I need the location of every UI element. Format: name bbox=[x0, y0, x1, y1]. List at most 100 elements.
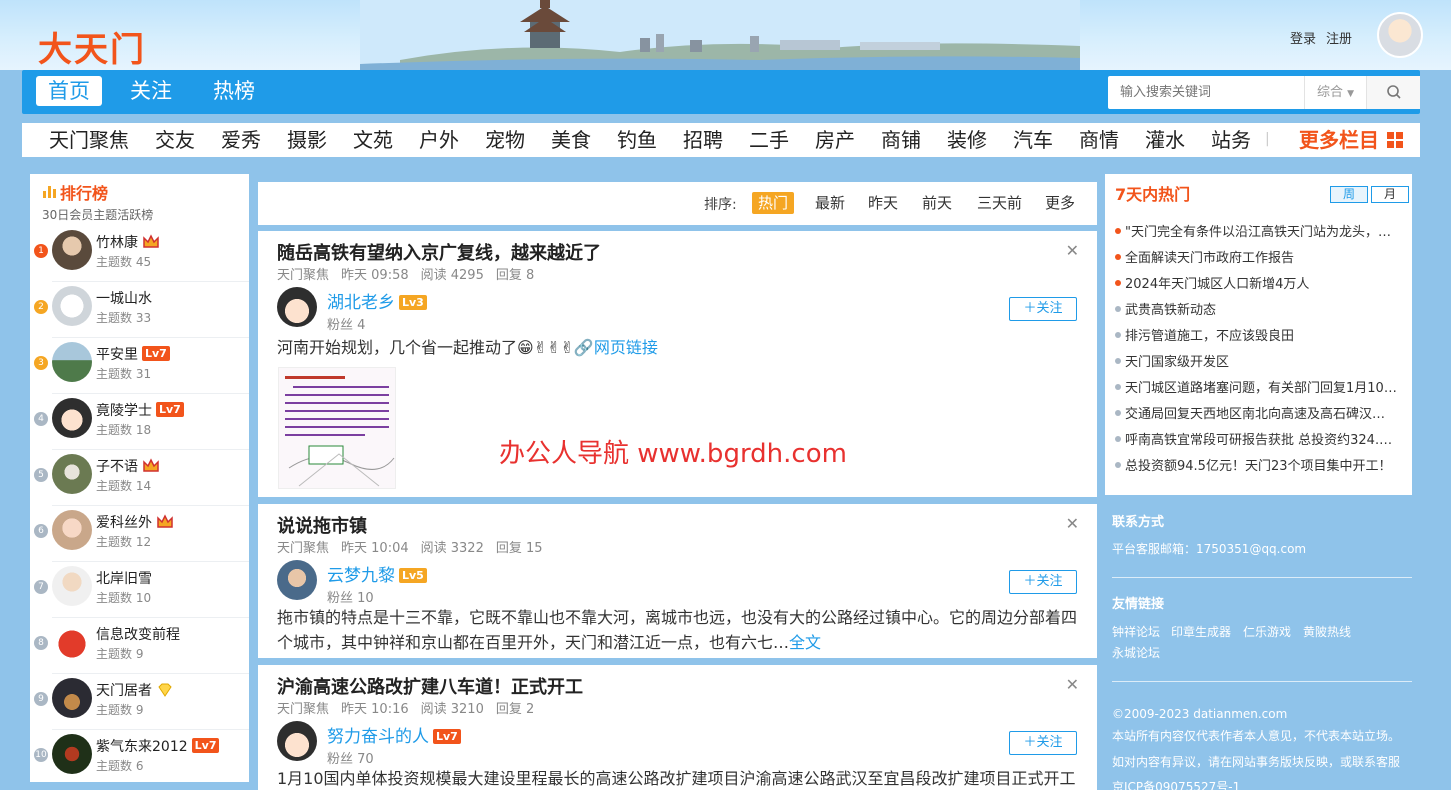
avatar[interactable] bbox=[52, 510, 92, 550]
category-item[interactable]: 天门聚焦 bbox=[49, 126, 129, 154]
category-item[interactable]: 文苑 bbox=[353, 126, 393, 154]
category-item[interactable]: 招聘 bbox=[683, 126, 723, 154]
follow-button[interactable]: ＋关注 bbox=[1009, 297, 1077, 321]
rank-user-name[interactable]: 天门居者 bbox=[96, 680, 174, 700]
hot-item[interactable]: 交通局回复天西地区南北向高速及高石碑汉… bbox=[1115, 403, 1407, 422]
avatar[interactable] bbox=[52, 398, 92, 438]
category-item[interactable]: 商情 bbox=[1079, 126, 1119, 154]
hot-item[interactable]: 总投资额94.5亿元！天门23个项目集中开工！ bbox=[1115, 455, 1407, 474]
search-type-select[interactable]: 综合 ▼ bbox=[1304, 76, 1366, 109]
sort-option-more[interactable]: 更多 bbox=[1039, 192, 1081, 214]
sort-option-yesterday[interactable]: 昨天 bbox=[862, 192, 904, 214]
hot-item[interactable]: 天门城区道路堵塞问题，有关部门回复1月10… bbox=[1115, 377, 1407, 396]
search-button[interactable] bbox=[1366, 76, 1420, 109]
category-item[interactable]: 灌水 bbox=[1145, 126, 1185, 154]
avatar[interactable] bbox=[52, 342, 92, 382]
hot-item[interactable]: 排污管道施工，不应该毁良田 bbox=[1115, 325, 1407, 344]
category-item[interactable]: 宠物 bbox=[485, 126, 525, 154]
category-item[interactable]: 房产 bbox=[815, 126, 855, 154]
site-logo[interactable]: 大天门 bbox=[38, 22, 146, 71]
ranking-item[interactable]: 7 北岸旧雪 主题数 10 bbox=[30, 562, 249, 618]
ranking-item[interactable]: 2 一城山水 主题数 33 bbox=[30, 282, 249, 338]
ranking-item[interactable]: 9 天门居者 主题数 9 bbox=[30, 674, 249, 730]
sort-option-latest[interactable]: 最新 bbox=[809, 192, 851, 214]
close-icon[interactable]: ✕ bbox=[1066, 241, 1079, 260]
avatar[interactable] bbox=[277, 560, 317, 600]
category-item[interactable]: 二手 bbox=[749, 126, 789, 154]
hot-tab-week[interactable]: 周 bbox=[1330, 186, 1368, 203]
friend-link[interactable]: 印章生成器 bbox=[1171, 623, 1231, 640]
nav-tab-hot[interactable]: 热榜 bbox=[201, 76, 267, 106]
category-item[interactable]: 商铺 bbox=[881, 126, 921, 154]
sort-option-three-days[interactable]: 三天前 bbox=[971, 192, 1028, 214]
rank-user-name[interactable]: 平安里 Lv7 bbox=[96, 344, 170, 364]
category-item[interactable]: 钓鱼 bbox=[617, 126, 657, 154]
hot-item[interactable]: 武贵高铁新动态 bbox=[1115, 299, 1407, 318]
post-image[interactable] bbox=[278, 367, 396, 489]
ranking-item[interactable]: 5 子不语 主题数 14 bbox=[30, 450, 249, 506]
post-author[interactable]: 湖北老乡 Lv3 bbox=[327, 288, 427, 313]
read-more-link[interactable]: 全文 bbox=[789, 633, 821, 652]
rank-user-name[interactable]: 子不语 bbox=[96, 456, 160, 476]
footer-icp[interactable]: 京ICP备09075527号-1 bbox=[1112, 778, 1240, 790]
more-categories-button[interactable]: 更多栏目 bbox=[1299, 126, 1404, 154]
ranking-item[interactable]: 3 平安里 Lv7 主题数 31 bbox=[30, 338, 249, 394]
avatar[interactable] bbox=[52, 566, 92, 606]
login-link[interactable]: 登录 bbox=[1290, 28, 1316, 47]
avatar[interactable] bbox=[277, 721, 317, 761]
ranking-item[interactable]: 8 信息改变前程 主题数 9 bbox=[30, 618, 249, 674]
avatar[interactable] bbox=[52, 678, 92, 718]
rank-user-name[interactable]: 紫气东来2012 Lv7 bbox=[96, 736, 220, 756]
category-item[interactable]: 装修 bbox=[947, 126, 987, 154]
rank-user-name[interactable]: 爱科丝外 bbox=[96, 512, 174, 532]
post-title[interactable]: 随岳高铁有望纳入京广复线，越来越近了 bbox=[277, 239, 601, 265]
post-author[interactable]: 云梦九黎 Lv5 bbox=[327, 561, 427, 586]
friend-link[interactable]: 永城论坛 bbox=[1112, 644, 1160, 661]
ranking-item[interactable]: 10 紫气东来2012 Lv7 主题数 6 bbox=[30, 730, 249, 786]
friend-link[interactable]: 黄陂热线 bbox=[1303, 623, 1351, 640]
register-link[interactable]: 注册 bbox=[1326, 28, 1352, 47]
post-category[interactable]: 天门聚焦 bbox=[277, 268, 329, 283]
friend-link[interactable]: 钟祥论坛 bbox=[1112, 623, 1160, 640]
rank-user-name[interactable]: 竹林康 bbox=[96, 232, 160, 252]
avatar[interactable] bbox=[52, 454, 92, 494]
category-item[interactable]: 站务 bbox=[1211, 126, 1251, 154]
post-category[interactable]: 天门聚焦 bbox=[277, 541, 329, 556]
post-title[interactable]: 说说拖市镇 bbox=[277, 512, 367, 538]
rank-user-name[interactable]: 北岸旧雪 bbox=[96, 568, 152, 588]
hot-item[interactable]: "天门完全有条件以沿江高铁天门站为龙头，… bbox=[1115, 221, 1407, 240]
nav-tab-home[interactable]: 首页 bbox=[36, 76, 102, 106]
rank-user-name[interactable]: 一城山水 bbox=[96, 288, 152, 308]
avatar[interactable] bbox=[52, 622, 92, 662]
ranking-item[interactable]: 1 竹林康 主题数 45 bbox=[30, 226, 249, 282]
post-category[interactable]: 天门聚焦 bbox=[277, 702, 329, 717]
hot-item[interactable]: 呼南高铁宜常段可研报告获批 总投资约324.… bbox=[1115, 429, 1407, 448]
category-item[interactable]: 摄影 bbox=[287, 126, 327, 154]
category-item[interactable]: 交友 bbox=[155, 126, 195, 154]
friend-link[interactable]: 仁乐游戏 bbox=[1243, 623, 1291, 640]
category-item[interactable]: 爱秀 bbox=[221, 126, 261, 154]
post-link[interactable]: 网页链接 bbox=[594, 338, 658, 357]
avatar[interactable] bbox=[277, 287, 317, 327]
follow-button[interactable]: ＋关注 bbox=[1009, 731, 1077, 755]
category-item[interactable]: 户外 bbox=[419, 126, 459, 154]
search-input[interactable] bbox=[1108, 76, 1304, 109]
user-avatar[interactable] bbox=[1377, 12, 1423, 58]
avatar[interactable] bbox=[52, 230, 92, 270]
avatar[interactable] bbox=[52, 734, 92, 774]
ranking-item[interactable]: 6 爱科丝外 主题数 12 bbox=[30, 506, 249, 562]
sort-option-hot[interactable]: 热门 bbox=[752, 192, 795, 214]
ranking-item[interactable]: 4 竟陵学士 Lv7 主题数 18 bbox=[30, 394, 249, 450]
post-title[interactable]: 沪渝高速公路改扩建八车道！正式开工 bbox=[277, 673, 583, 699]
hot-tab-month[interactable]: 月 bbox=[1371, 186, 1409, 203]
category-item[interactable]: 美食 bbox=[551, 126, 591, 154]
hot-item[interactable]: 天门国家级开发区 bbox=[1115, 351, 1407, 370]
post-author[interactable]: 努力奋斗的人 Lv7 bbox=[327, 722, 461, 747]
hot-item[interactable]: 2024年天门城区人口新增4万人 bbox=[1115, 273, 1407, 292]
rank-user-name[interactable]: 竟陵学士 Lv7 bbox=[96, 400, 184, 420]
follow-button[interactable]: ＋关注 bbox=[1009, 570, 1077, 594]
close-icon[interactable]: ✕ bbox=[1066, 514, 1079, 533]
hot-item[interactable]: 全面解读天门市政府工作报告 bbox=[1115, 247, 1407, 266]
category-item[interactable]: 汽车 bbox=[1013, 126, 1053, 154]
nav-tab-follow[interactable]: 关注 bbox=[118, 76, 184, 106]
